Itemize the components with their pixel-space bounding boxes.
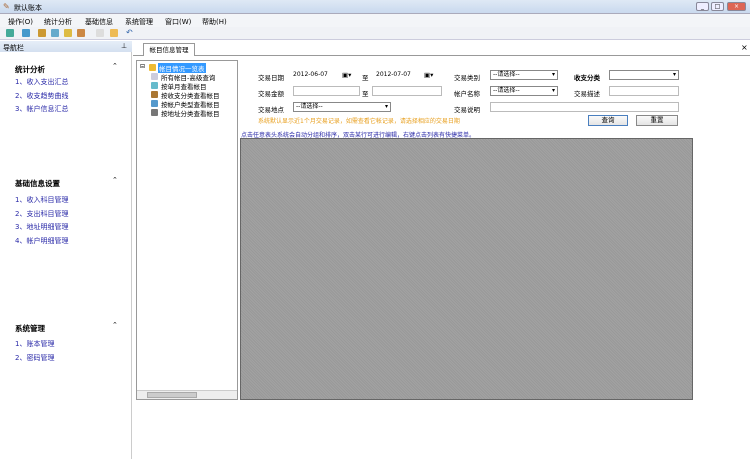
menu-basic-info[interactable]: 基础信息 — [85, 17, 113, 27]
reset-button[interactable]: 重置 — [636, 115, 678, 126]
section-system[interactable]: 系统管理 — [15, 323, 45, 334]
type-select[interactable]: --请选择-- — [490, 70, 558, 80]
menu-help[interactable]: 帮助(H) — [202, 17, 227, 27]
query-button[interactable]: 查询 — [588, 115, 628, 126]
amount-label: 交易金额 — [258, 90, 284, 98]
nav-link-income-subjects[interactable]: 1、收入科目管理 — [15, 195, 68, 205]
nav-link-trend-curve[interactable]: 2、收支趋势曲线 — [15, 91, 68, 101]
doc-icon[interactable] — [96, 29, 104, 37]
chart-icon[interactable] — [22, 29, 30, 37]
tree-item[interactable]: 按地址分类查看帐目 — [161, 108, 220, 118]
menu-statistics[interactable]: 统计分析 — [44, 17, 72, 27]
account-select[interactable]: --请选择-- — [490, 86, 558, 96]
amount-from-input[interactable] — [293, 86, 360, 96]
menu-operate[interactable]: 操作(O) — [8, 17, 33, 27]
menu-bar: 操作(O) 统计分析 基础信息 系统管理 窗口(W) 帮助(H) — [0, 14, 750, 27]
note-input[interactable] — [490, 102, 679, 112]
records-grid[interactable] — [240, 138, 693, 400]
folder-icon — [149, 64, 156, 71]
calendar-icon — [151, 82, 158, 89]
tab-strip: × — [133, 41, 750, 56]
collapse-icon[interactable]: ⌃ — [112, 62, 118, 70]
package-icon[interactable] — [77, 29, 85, 37]
app-icon: ✎ — [3, 2, 10, 11]
account-icon — [151, 100, 158, 107]
section-basic-info[interactable]: 基础信息设置 — [15, 178, 60, 189]
place-label: 交易地点 — [258, 106, 284, 114]
close-button[interactable]: × — [727, 2, 746, 11]
collapse-icon[interactable]: ⌃ — [112, 321, 118, 329]
navigation-panel: 导航栏 ⊥ 统计分析 ⌃ 1、收入支出汇总 2、收支趋势曲线 3、帐户信息汇总 … — [0, 41, 132, 459]
title-bar: ✎ 默认账本 _ □ × — [0, 0, 750, 14]
nav-link-account-summary[interactable]: 3、帐户信息汇总 — [15, 104, 68, 114]
list-icon — [151, 73, 158, 80]
to-label: 至 — [362, 90, 369, 98]
expand-icon[interactable]: ⊟ — [140, 63, 145, 70]
pin-icon[interactable]: ⊥ — [121, 42, 127, 50]
undo-icon[interactable]: ↶ — [126, 29, 134, 37]
nav-link-expense-subjects[interactable]: 2、支出科目管理 — [15, 209, 68, 219]
note-label: 交易说明 — [454, 106, 480, 114]
menu-window[interactable]: 窗口(W) — [165, 17, 191, 27]
account-label: 帐户名称 — [454, 90, 480, 98]
section-statistics[interactable]: 统计分析 — [15, 64, 45, 75]
nav-title: 导航栏 — [3, 44, 24, 52]
amount-to-input[interactable] — [372, 86, 442, 96]
box-icon[interactable] — [38, 29, 46, 37]
nav-link-password[interactable]: 2、密码管理 — [15, 353, 54, 363]
nav-link-accounts[interactable]: 4、帐户明细管理 — [15, 236, 68, 246]
calendar-icon[interactable]: ▣▾ — [342, 71, 351, 79]
calendar-icon[interactable]: ▣▾ — [424, 71, 433, 79]
window-title: 默认账本 — [14, 4, 42, 12]
tree-horizontal-scrollbar[interactable] — [137, 390, 237, 399]
tab-account-management[interactable]: 帐目信息管理 — [143, 43, 195, 56]
address-icon — [151, 109, 158, 116]
collapse-icon[interactable]: ⌃ — [112, 176, 118, 184]
category-label: 收支分类 — [574, 74, 600, 82]
nav-link-income-expense-summary[interactable]: 1、收入支出汇总 — [15, 77, 68, 87]
toolbar: ↶ — [0, 27, 750, 40]
close-tab-icon[interactable]: × — [741, 43, 748, 52]
home-icon[interactable] — [64, 29, 72, 37]
mail-icon[interactable] — [6, 29, 14, 37]
nav-link-ledger[interactable]: 1、账本管理 — [15, 339, 54, 349]
desc-label: 交易描述 — [574, 90, 600, 98]
hint-text: 系统默认显示近1个月交易记录，如需查看它帐记录，请选择相应的交易日期 — [258, 118, 460, 125]
to-label: 至 — [362, 74, 369, 82]
scroll-thumb[interactable] — [147, 392, 197, 398]
maximize-button[interactable]: □ — [711, 2, 724, 11]
desc-input[interactable] — [609, 86, 679, 96]
category-select[interactable] — [609, 70, 679, 80]
date-label: 交易日期 — [258, 74, 284, 82]
nav-link-address[interactable]: 3、地址明细管理 — [15, 222, 68, 232]
minimize-button[interactable]: _ — [696, 2, 709, 11]
folder-icon[interactable] — [110, 29, 118, 37]
category-icon — [151, 91, 158, 98]
place-select[interactable]: --请选择-- — [293, 102, 391, 112]
filter-form: 交易日期 2012-06-07 ▣▾ 至 2012-07-07 ▣▾ 交易类别 … — [240, 62, 693, 130]
nav-header: 导航栏 ⊥ — [0, 41, 132, 52]
menu-system[interactable]: 系统管理 — [125, 17, 153, 27]
tree-view: ⊟ 帐目情况一览表 所有帐目-高级查询 按单月查看帐目 按收支分类查看帐目 按帐… — [136, 60, 238, 400]
email-icon[interactable] — [51, 29, 59, 37]
type-label: 交易类别 — [454, 74, 480, 82]
